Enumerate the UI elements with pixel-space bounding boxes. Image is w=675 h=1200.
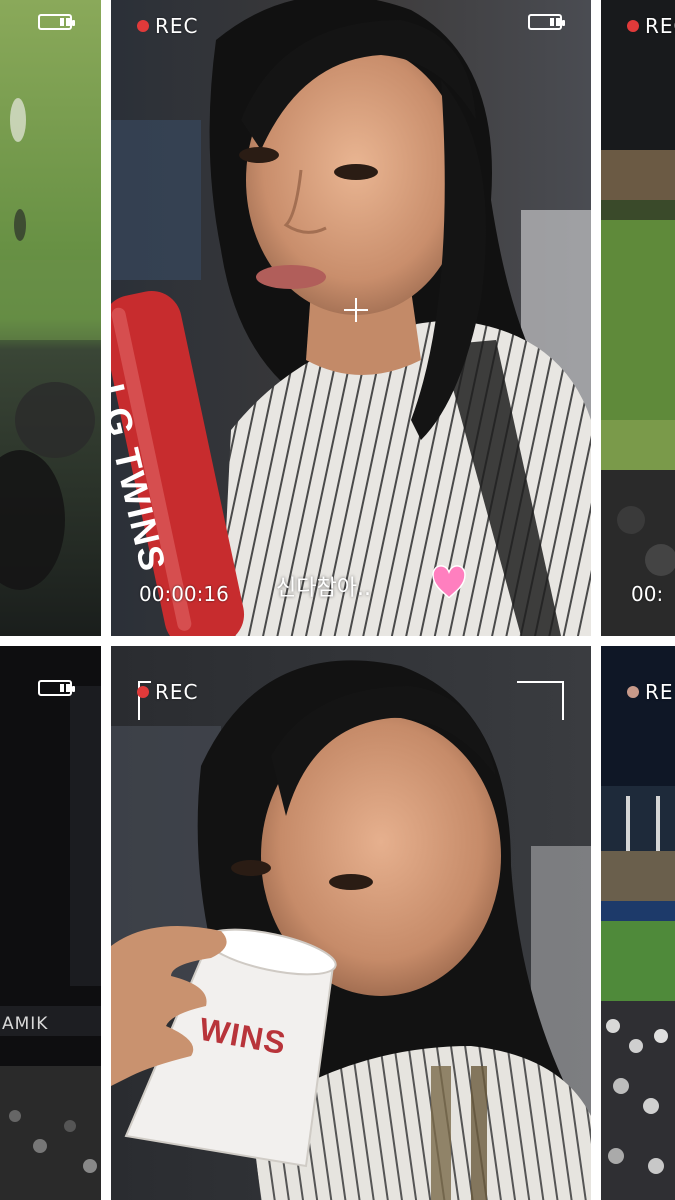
- timecode: 00:: [631, 582, 664, 606]
- rec-indicator: REC: [137, 680, 199, 704]
- rec-label: REC: [155, 680, 199, 704]
- battery-icon: [38, 14, 75, 30]
- rec-indicator: REC: [627, 14, 675, 38]
- stadium-night-photo: [601, 646, 675, 1200]
- rec-indicator: RE: [627, 680, 674, 704]
- rec-label: REC: [645, 14, 675, 38]
- rec-label: REC: [155, 14, 199, 38]
- frame-bottom-left: AMIK: [0, 646, 101, 1200]
- stadium-field-photo: [601, 0, 675, 636]
- frame-bottom-right: RE: [601, 646, 675, 1200]
- stadium-night-photo: [0, 646, 101, 1200]
- battery-icon: [528, 14, 565, 30]
- frame-top-right: REC 00:: [601, 0, 675, 636]
- frame-top-left: [0, 0, 101, 636]
- rec-indicator: REC: [137, 14, 199, 38]
- rec-dot-icon: [627, 20, 639, 32]
- rec-label: RE: [645, 680, 674, 704]
- frame-bottom-center: WINS REC: [111, 646, 591, 1200]
- rec-dot-icon: [137, 20, 149, 32]
- frame-top-center: LG TWINS REC 00:00:16 신다참아..: [111, 0, 591, 636]
- woman-selfie-photo: [111, 0, 591, 636]
- timecode: 00:00:16: [139, 582, 229, 606]
- rec-dot-icon: [627, 686, 639, 698]
- battery-icon: [38, 680, 75, 696]
- stadium-field-photo: [0, 0, 101, 636]
- signage-text: AMIK: [2, 1014, 49, 1034]
- rec-dot-icon: [137, 686, 149, 698]
- woman-drinking-photo: [111, 646, 591, 1200]
- caption-text: 신다참아..: [276, 576, 371, 601]
